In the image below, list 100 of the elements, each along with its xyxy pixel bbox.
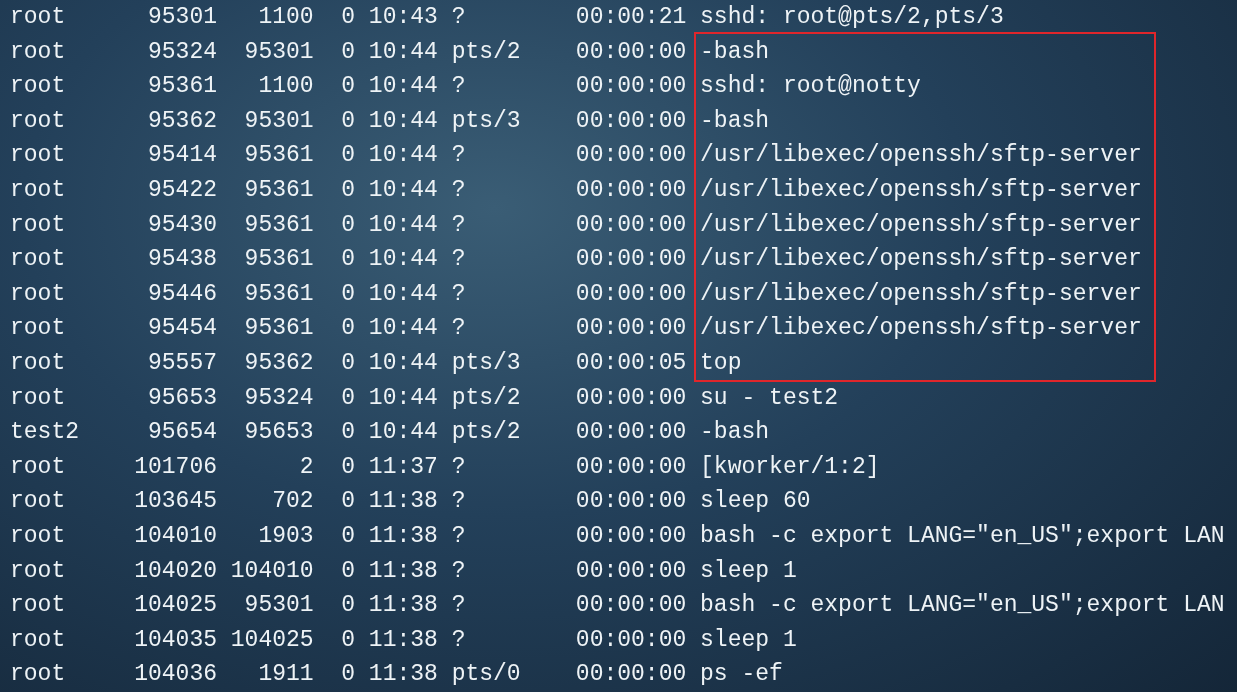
ppid-cell-text: 95361 [243,141,314,171]
pid-cell-text: 95557 [147,348,217,378]
command-cell-text: -bash [700,106,770,136]
start-time-cell-text: 11:38 [367,487,438,517]
ppid-cell-text: 2 [298,452,314,482]
user-cell-text: root [10,660,67,690]
start-time-cell-text: 10:44 [367,37,438,67]
cpu-cell-text: 0 [340,37,356,67]
tty-cell-text: ? [451,625,467,655]
tty-cell-text: ? [451,245,467,275]
cpu-time-cell-text: 00:00:00 [575,521,687,551]
cpu-cell-text: 0 [340,72,356,102]
ppid-cell-text: 95301 [243,591,314,621]
cpu-time-cell-text: 00:00:00 [575,556,687,586]
tty-cell-text: ? [451,175,467,205]
cpu-cell-text: 0 [340,314,356,344]
user-cell-text: root [10,452,67,482]
tty-cell-text: ? [451,487,467,517]
cpu-cell-text: 0 [340,175,356,205]
command-cell-text: top [700,348,742,378]
command-cell-text: sshd: root@notty [700,72,921,102]
ppid-cell-text: 95362 [243,348,314,378]
cpu-time-cell-text: 00:00:00 [575,591,687,621]
start-time-cell-text: 11:38 [367,591,438,621]
user-cell-text: root [10,348,67,378]
command-cell-text: /usr/libexec/openssh/sftp-server [700,314,1142,344]
cpu-cell-text: 0 [340,418,356,448]
pid-cell-text: 95422 [147,175,217,205]
user-cell-text: root [10,487,67,517]
ppid-cell-text: 95361 [243,175,314,205]
command-cell-text: /usr/libexec/openssh/sftp-server [700,141,1142,171]
ppid-cell-text: 95361 [243,279,314,309]
user-cell-text: root [10,556,67,586]
user-cell-text: root [10,521,67,551]
pid-cell-text: 95438 [147,245,217,275]
user-cell-text: root [10,3,67,32]
user-cell-text: root [10,591,67,621]
command-cell-text: /usr/libexec/openssh/sftp-server [700,245,1142,275]
pid-cell-text: 95446 [147,279,217,309]
cpu-cell-text: 0 [340,106,356,136]
tty-cell-text: ? [451,141,467,171]
pid-cell-text: 104025 [133,591,217,621]
tty-cell-text: ? [451,3,467,32]
cpu-cell-text: 0 [340,591,356,621]
user-cell-text: test2 [10,418,80,448]
cpu-cell-text: 0 [340,452,356,482]
user-cell-text: root [10,279,67,309]
tty-cell-text: ? [451,452,467,482]
cpu-cell-text: 0 [340,348,356,378]
tty-cell-text: ? [451,591,467,621]
command-cell-text: ps -ef [700,660,783,690]
pid-cell-text: 95362 [147,106,217,136]
ppid-cell-text: 104010 [229,556,314,586]
pid-cell-text: 95654 [147,418,217,448]
start-time-cell-text: 10:44 [367,348,438,378]
start-time-cell-text: 10:44 [367,72,438,102]
user-cell-text: root [10,175,67,205]
cpu-time-cell-text: 00:00:00 [575,175,687,205]
start-time-cell-text: 10:44 [367,106,438,136]
tty-cell-text: ? [451,72,467,102]
start-time-cell-text: 10:44 [367,210,438,240]
cpu-time-cell-text: 00:00:00 [575,314,687,344]
user-cell-text: root [10,625,67,655]
tty-cell-text: ? [451,521,467,551]
pid-cell-text: 103645 [133,487,217,517]
cpu-time-cell-text: 00:00:00 [575,245,687,275]
command-cell-text: su - test2 [700,383,839,413]
cpu-cell-text: 0 [340,487,356,517]
start-time-cell-text: 11:38 [367,660,438,690]
ppid-cell-text: 104025 [229,625,314,655]
cpu-time-cell-text: 00:00:00 [575,37,687,67]
cpu-time-cell-text: 00:00:00 [575,487,687,517]
tty-cell-text: pts/2 [451,418,522,448]
command-cell-text: sshd: root@pts/2,pts/3 [700,3,1004,32]
start-time-cell-text: 11:38 [367,556,438,586]
ppid-cell-text: 1100 [257,3,314,32]
pid-cell-text: 104036 [133,660,217,690]
ppid-cell-text: 1911 [257,660,314,690]
cpu-time-cell-text: 00:00:00 [575,210,687,240]
user-cell-text: root [10,245,67,275]
tty-cell-text: ? [451,556,467,586]
command-cell-text: bash -c export LANG="en_US";export LAN [700,521,1225,551]
pid-cell-text: 104010 [133,521,217,551]
ppid-cell-text: 1100 [257,72,314,102]
ppid-cell-text: 95324 [243,383,314,413]
pid-cell-text: 95414 [147,141,217,171]
pid-cell-text: 104035 [133,625,217,655]
ppid-cell-text: 95361 [243,210,314,240]
ppid-cell-text: 95301 [243,37,314,67]
user-cell-text: root [10,37,67,67]
cpu-cell-text: 0 [340,210,356,240]
ppid-cell-text: 95361 [243,314,314,344]
cpu-cell-text: 0 [340,625,356,655]
tty-cell-text: ? [451,210,467,240]
command-cell-text: /usr/libexec/openssh/sftp-server [700,175,1142,205]
command-cell-text: /usr/libexec/openssh/sftp-server [700,279,1142,309]
cpu-time-cell-text: 00:00:05 [575,348,687,378]
pid-cell-text: 95653 [147,383,217,413]
start-time-cell-text: 10:44 [367,141,438,171]
user-cell-text: root [10,314,67,344]
